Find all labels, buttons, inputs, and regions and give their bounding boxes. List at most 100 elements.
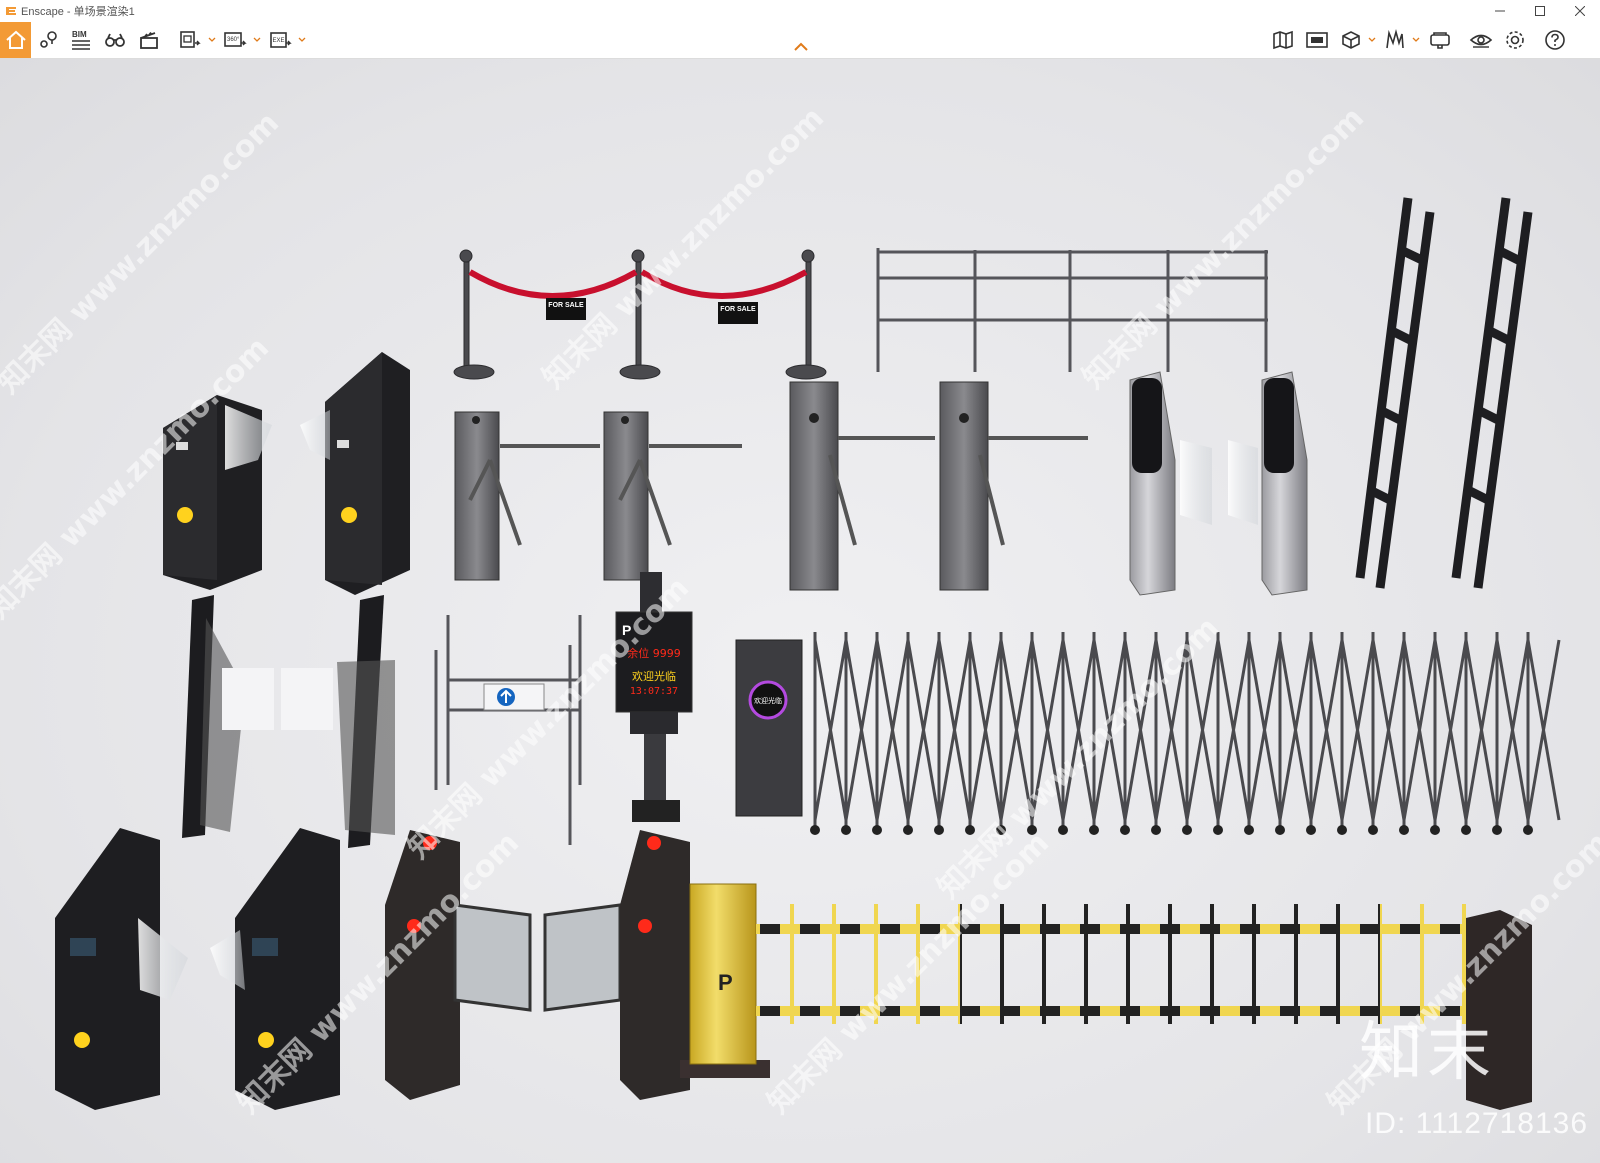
- home-button[interactable]: [0, 22, 31, 58]
- gate-wheel: [1120, 825, 1130, 835]
- gate-wheel: [872, 825, 882, 835]
- close-icon: [1575, 6, 1585, 16]
- lattice-segment: [968, 632, 1003, 826]
- barrier-logo-text: P: [718, 970, 733, 995]
- gate-wheel: [903, 825, 913, 835]
- window-controls: [1480, 0, 1600, 22]
- lattice-segment: [875, 632, 910, 826]
- chevron-down-icon[interactable]: [208, 36, 216, 44]
- vr-icon: [1430, 32, 1450, 49]
- parking-time-text: 13:07:37: [630, 686, 678, 697]
- gate-wheel: [1306, 825, 1316, 835]
- media-button[interactable]: [1302, 25, 1332, 55]
- maximize-icon: [1535, 6, 1545, 16]
- boom-picket: [1084, 904, 1088, 1024]
- lattice-segment: [1464, 632, 1499, 826]
- chevron-down-icon[interactable]: [253, 36, 261, 44]
- map-button[interactable]: [1268, 25, 1298, 55]
- gate-wheel: [1244, 825, 1254, 835]
- render-viewport[interactable]: FOR SALE FOR SALE P 余位 9999 欢迎光临 13:07:3…: [0, 59, 1600, 1163]
- bim-label: BIM: [72, 30, 87, 39]
- boom-picket: [1000, 904, 1004, 1024]
- help-icon: [1545, 30, 1565, 50]
- media-icon: [1306, 32, 1328, 48]
- bim-button[interactable]: BIM: [66, 25, 96, 55]
- lattice-segment: [1309, 632, 1344, 826]
- gate-wheel: [1151, 825, 1161, 835]
- export-exe-icon: EXE: [270, 32, 292, 48]
- for-sale-sign: FOR SALE: [718, 302, 758, 324]
- gate-wheel: [1213, 825, 1223, 835]
- chevron-up-icon[interactable]: [792, 40, 810, 54]
- minimize-icon: [1495, 10, 1505, 12]
- visibility-button[interactable]: [1466, 25, 1496, 55]
- help-button[interactable]: [1540, 25, 1570, 55]
- window-title: Enscape - 单场景渲染1: [21, 6, 135, 18]
- boom-picket: [1210, 904, 1214, 1024]
- panorama-button[interactable]: 360°: [220, 25, 250, 55]
- for-sale-text: FOR SALE: [548, 302, 584, 309]
- boom-picket: [1252, 904, 1256, 1024]
- panorama-label: 360°: [227, 37, 240, 43]
- chevron-down-icon[interactable]: [298, 36, 306, 44]
- swing-gate-dark: [385, 830, 690, 1100]
- export-button[interactable]: EXE: [266, 25, 296, 55]
- gate-wheel: [1337, 825, 1347, 835]
- boom-picket: [790, 904, 794, 1024]
- asset-library-button[interactable]: [1336, 25, 1366, 55]
- gate-wheel: [1368, 825, 1378, 835]
- home-icon: [5, 30, 26, 49]
- close-button[interactable]: [1560, 0, 1600, 22]
- scene-render: FOR SALE FOR SALE P 余位 9999 欢迎光临 13:07:3…: [0, 101, 1600, 1121]
- clapper-icon: [140, 31, 158, 49]
- chevron-down-icon[interactable]: [1412, 36, 1420, 44]
- asset-box-icon: [1342, 31, 1360, 49]
- lattice-segment: [937, 632, 972, 826]
- anti-theft-gates: [1355, 197, 1533, 589]
- location-button[interactable]: [34, 25, 64, 55]
- lattice-segment: [1433, 632, 1468, 826]
- lattice-segment: [1495, 632, 1530, 826]
- svg-text:知末网 www.znzmo.com: 知末网 www.znzmo.com: [761, 826, 1056, 1121]
- material-editor-button[interactable]: [1380, 25, 1410, 55]
- lattice-segment: [1402, 632, 1437, 826]
- video-editor-button[interactable]: [134, 25, 164, 55]
- location-icon: [40, 31, 57, 48]
- gate-wheel: [934, 825, 944, 835]
- boom-picket: [1294, 904, 1298, 1024]
- export-label: EXE: [273, 38, 285, 44]
- gate-wheel: [1275, 825, 1285, 835]
- settings-button[interactable]: [1500, 25, 1530, 55]
- minimize-button[interactable]: [1480, 0, 1520, 22]
- bim-icon: BIM: [72, 30, 90, 50]
- lattice-segment: [1371, 632, 1406, 826]
- material-icon: [1386, 28, 1404, 49]
- views-button[interactable]: [100, 25, 130, 55]
- vr-button[interactable]: [1425, 25, 1455, 55]
- svg-text:知末网 www.znzmo.com: 知末网 www.znzmo.com: [536, 101, 831, 396]
- svg-text:知末网 www.znzmo.com: 知末网 www.znzmo.com: [1076, 101, 1371, 396]
- panorama-360-icon: 360°: [224, 32, 247, 47]
- boom-picket: [1336, 904, 1340, 1024]
- svg-text:知末网 www.znzmo.com: 知末网 www.znzmo.com: [931, 611, 1226, 906]
- lattice-segment: [1340, 632, 1375, 826]
- watermark-id: ID: 1112718136: [1364, 1107, 1588, 1140]
- binoculars-icon: [105, 33, 125, 47]
- title-bar: Enscape - 单场景渲染1: [0, 0, 1600, 22]
- chevron-down-icon[interactable]: [1368, 36, 1376, 44]
- tripod-turnstiles: [454, 381, 1088, 591]
- batch-render-button[interactable]: [175, 25, 205, 55]
- enscape-logo-icon: [6, 7, 16, 15]
- gate-wheel: [1089, 825, 1099, 835]
- map-icon: [1273, 30, 1293, 50]
- watermark-brand: 知末: [1359, 1016, 1495, 1090]
- gate-wheel: [1492, 825, 1502, 835]
- maximize-button[interactable]: [1520, 0, 1560, 22]
- lattice-segment: [906, 632, 941, 826]
- swing-gate-glass: [182, 595, 395, 848]
- boom-picket: [1168, 904, 1172, 1024]
- retractable-gate: 欢迎光临: [735, 632, 1561, 835]
- lattice-segment: [1526, 632, 1561, 826]
- gate-display-text: 欢迎光临: [754, 696, 782, 705]
- for-sale-text: FOR SALE: [720, 306, 756, 313]
